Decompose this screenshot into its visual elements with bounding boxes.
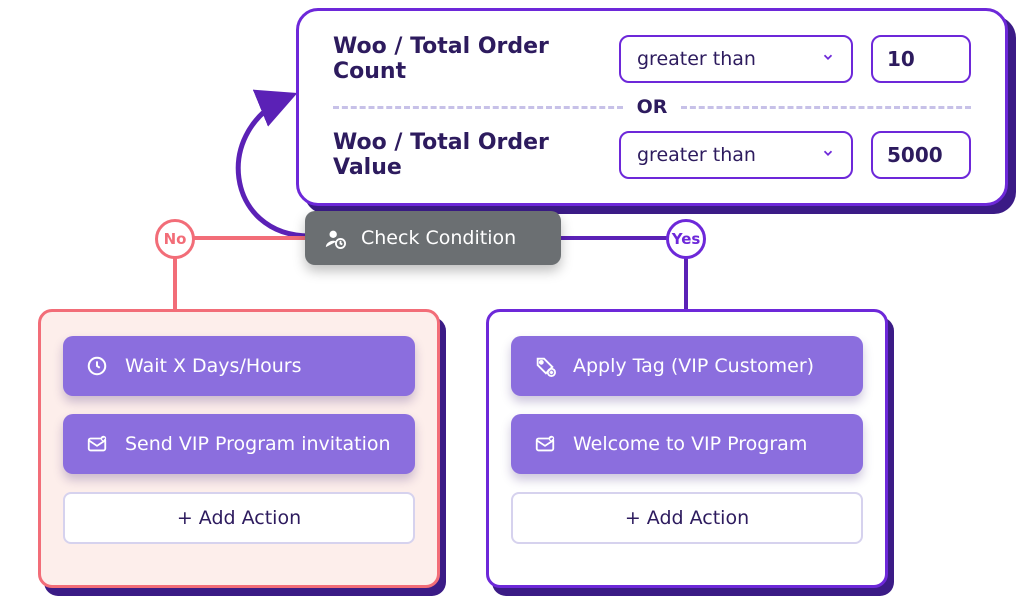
user-condition-icon bbox=[323, 226, 347, 250]
yes-branch-panel: Apply Tag (VIP Customer) Welcome to VIP … bbox=[486, 309, 888, 588]
operator-select[interactable]: greater than bbox=[619, 35, 853, 83]
tag-icon bbox=[533, 354, 557, 378]
action-label: Welcome to VIP Program bbox=[573, 433, 807, 455]
apply-tag-action[interactable]: Apply Tag (VIP Customer) bbox=[511, 336, 863, 396]
add-action-button[interactable]: + Add Action bbox=[63, 492, 415, 544]
condition-row: Woo / Total Order Value greater than 500… bbox=[333, 125, 971, 185]
wait-action[interactable]: Wait X Days/Hours bbox=[63, 336, 415, 396]
condition-value-input[interactable]: 10 bbox=[871, 35, 971, 83]
no-branch-panel: Wait X Days/Hours Send VIP Program invit… bbox=[38, 309, 440, 588]
check-condition-label: Check Condition bbox=[361, 227, 516, 249]
or-label: OR bbox=[637, 96, 668, 118]
condition-row: Woo / Total Order Count greater than 10 bbox=[333, 29, 971, 89]
yes-badge: Yes bbox=[666, 219, 706, 259]
condition-value-input[interactable]: 5000 bbox=[871, 131, 971, 179]
mail-icon bbox=[533, 432, 557, 456]
chevron-down-icon bbox=[821, 50, 835, 68]
operator-select[interactable]: greater than bbox=[619, 131, 853, 179]
welcome-vip-action[interactable]: Welcome to VIP Program bbox=[511, 414, 863, 474]
chevron-down-icon bbox=[821, 146, 835, 164]
action-label: Apply Tag (VIP Customer) bbox=[573, 355, 814, 377]
send-vip-email-action[interactable]: Send VIP Program invitation bbox=[63, 414, 415, 474]
or-divider: OR bbox=[333, 89, 971, 125]
action-label: Wait X Days/Hours bbox=[125, 355, 302, 377]
add-action-button[interactable]: + Add Action bbox=[511, 492, 863, 544]
condition-field-label: Woo / Total Order Value bbox=[333, 130, 601, 180]
operator-value: greater than bbox=[637, 48, 756, 70]
condition-field-label: Woo / Total Order Count bbox=[333, 34, 601, 84]
operator-value: greater than bbox=[637, 144, 756, 166]
condition-panel: Woo / Total Order Count greater than 10 … bbox=[296, 8, 1008, 206]
action-label: Send VIP Program invitation bbox=[125, 433, 391, 455]
clock-icon bbox=[85, 354, 109, 378]
mail-icon bbox=[85, 432, 109, 456]
check-condition-node[interactable]: Check Condition bbox=[305, 211, 561, 265]
no-badge: No bbox=[155, 219, 195, 259]
